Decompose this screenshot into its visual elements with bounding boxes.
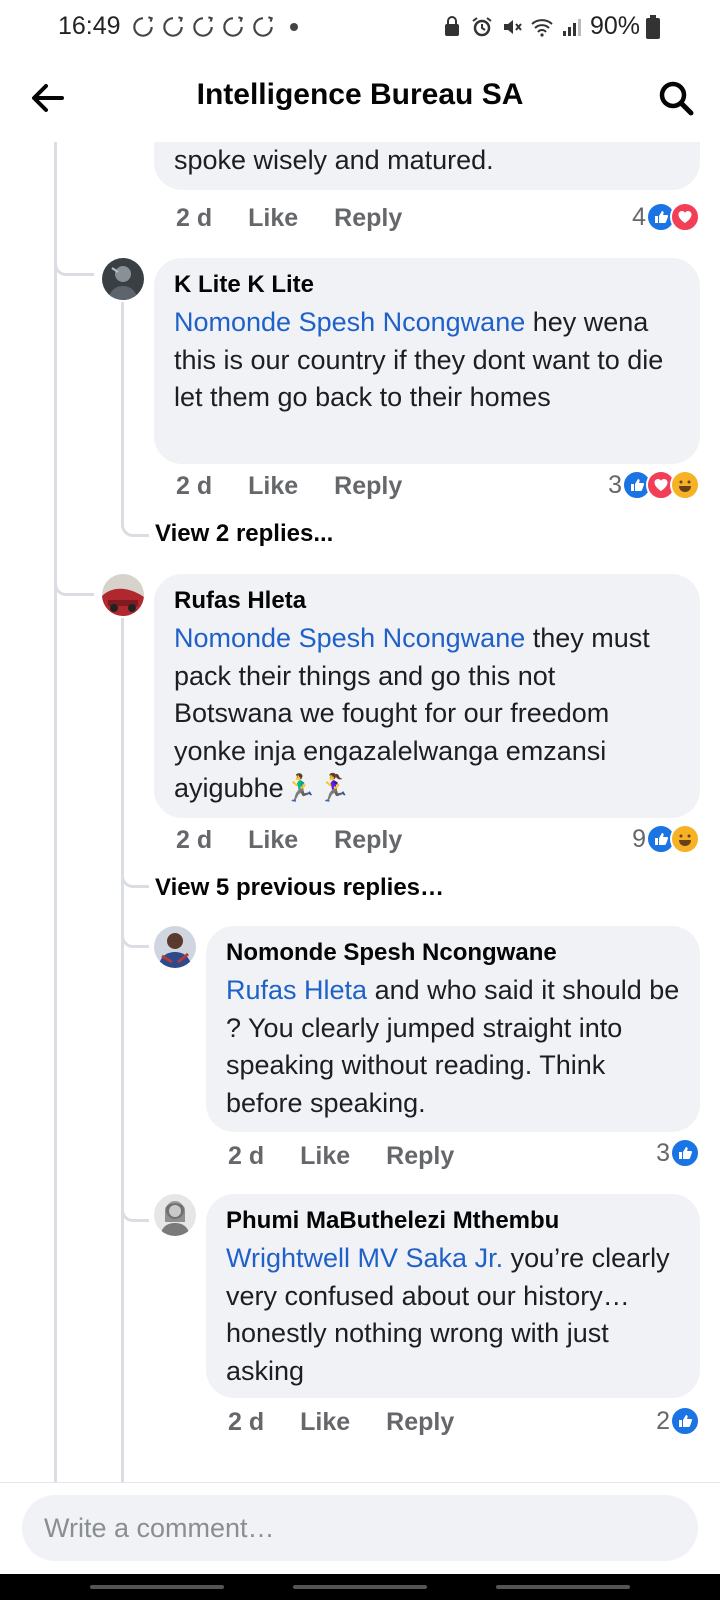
comment-actions: 2 d Like Reply <box>176 204 402 233</box>
comment-text: Wrightwell MV Saka Jr. you’re clearly ve… <box>226 1240 680 1390</box>
haha-reaction-icon <box>670 824 700 854</box>
thread-connector <box>121 858 149 888</box>
reply-button[interactable]: Reply <box>334 204 402 233</box>
reaction-summary[interactable]: 9 <box>632 824 700 854</box>
mention-link[interactable]: Nomonde Spesh Ncongwane <box>174 307 525 337</box>
mute-icon <box>503 19 522 34</box>
search-icon <box>659 81 694 116</box>
reaction-count: 2 <box>656 1406 670 1435</box>
comment-actions: 2 d Like Reply <box>176 826 402 855</box>
nav-back-button[interactable] <box>496 1585 630 1589</box>
sync-icon <box>253 16 274 37</box>
avatar[interactable] <box>154 1194 196 1236</box>
comment-time: 2 d <box>176 472 213 500</box>
comment-time: 2 d <box>176 204 213 232</box>
comment-bubble[interactable]: spoke wisely and matured. <box>154 142 700 190</box>
status-right: 90% <box>440 12 660 41</box>
comment-actions: 2 d Like Reply <box>176 472 402 501</box>
sync-icon <box>223 16 244 37</box>
alarm-icon <box>472 16 492 36</box>
signal-icon <box>562 18 581 36</box>
reaction-count: 3 <box>608 470 622 499</box>
nav-home-button[interactable] <box>293 1585 427 1589</box>
nav-recent-button[interactable] <box>90 1585 224 1589</box>
comment-author[interactable]: Rufas Hleta <box>174 586 680 616</box>
reaction-summary[interactable]: 3 <box>608 470 700 500</box>
comment-author[interactable]: K Lite K Lite <box>174 270 680 300</box>
comment-time: 2 d <box>228 1142 265 1170</box>
thread-connector <box>54 562 94 596</box>
sync-icon <box>163 16 184 37</box>
thread-connector <box>121 912 149 948</box>
comment-bubble[interactable]: Rufas Hleta Nomonde Spesh Ncongwane they… <box>154 574 700 818</box>
reaction-count: 9 <box>632 824 646 853</box>
like-button[interactable]: Like <box>248 204 298 233</box>
comment-text: Rufas Hleta and who said it should be ? … <box>226 972 680 1122</box>
battery-percent: 90% <box>589 12 640 40</box>
search-button[interactable] <box>652 74 700 122</box>
reaction-summary[interactable]: 4 <box>632 202 700 232</box>
thread-connector <box>54 232 94 276</box>
reaction-summary[interactable]: 3 <box>656 1138 700 1168</box>
like-reaction-icon <box>670 1138 700 1168</box>
comment-thread[interactable]: spoke wisely and matured. 2 d Like Reply… <box>0 142 720 1482</box>
system-nav-bar <box>0 1574 720 1600</box>
comment-text: Nomonde Spesh Ncongwane hey wena this is… <box>174 304 680 417</box>
reply-button[interactable]: Reply <box>334 472 402 501</box>
avatar[interactable] <box>102 574 144 616</box>
thread-connector <box>121 1182 149 1222</box>
avatar[interactable] <box>102 258 144 300</box>
sync-icon <box>133 16 154 37</box>
comment-text: Nomonde Spesh Ncongwane they must pack t… <box>174 620 680 808</box>
wifi-icon <box>531 18 553 37</box>
reply-button[interactable]: Reply <box>334 826 402 855</box>
comment-composer <box>0 1482 720 1574</box>
comment-actions: 2 d Like Reply <box>228 1142 454 1171</box>
like-button[interactable]: Like <box>248 826 298 855</box>
reply-button[interactable]: Reply <box>386 1142 454 1171</box>
comment-time: 2 d <box>228 1408 265 1436</box>
thread-line <box>54 142 57 1482</box>
comment-actions: 2 d Like Reply <box>228 1408 454 1437</box>
view-replies-link[interactable]: View 2 replies... <box>155 520 333 548</box>
thread-connector <box>121 507 149 537</box>
comment-author[interactable]: Phumi MaButhelezi Mthembu <box>226 1206 680 1236</box>
like-button[interactable]: Like <box>248 472 298 501</box>
comment-text: spoke wisely and matured. <box>174 145 494 175</box>
reply-bubble[interactable]: Phumi MaButhelezi Mthembu Wrightwell MV … <box>206 1194 700 1398</box>
status-time: 16:49 <box>58 12 121 40</box>
view-previous-replies-link[interactable]: View 5 previous replies… <box>155 874 444 902</box>
battery-icon <box>646 14 660 39</box>
comment-time: 2 d <box>176 826 213 854</box>
mention-link[interactable]: Wrightwell MV Saka Jr. <box>226 1243 503 1273</box>
thread-line <box>121 302 124 522</box>
notification-icons <box>130 14 298 40</box>
mention-link[interactable]: Nomonde Spesh Ncongwane <box>174 623 525 653</box>
reaction-count: 3 <box>656 1138 670 1167</box>
comment-author[interactable]: Nomonde Spesh Ncongwane <box>226 938 680 968</box>
mention-link[interactable]: Rufas Hleta <box>226 975 367 1005</box>
love-reaction-icon <box>670 202 700 232</box>
lock-icon <box>444 15 459 36</box>
sync-icon <box>193 16 214 37</box>
avatar[interactable] <box>154 926 196 968</box>
like-reaction-icon <box>670 1406 700 1436</box>
reply-bubble[interactable]: Nomonde Spesh Ncongwane Rufas Hleta and … <box>206 926 700 1132</box>
app-header: Intelligence Bureau SA <box>0 56 720 142</box>
page-title: Intelligence Bureau SA <box>196 78 524 111</box>
comment-input[interactable] <box>22 1495 698 1561</box>
more-notifications-dot <box>290 23 298 31</box>
thread-line <box>121 618 124 1482</box>
like-button[interactable]: Like <box>300 1408 350 1437</box>
like-button[interactable]: Like <box>300 1142 350 1171</box>
reaction-summary[interactable]: 2 <box>656 1406 700 1436</box>
status-bar: 16:49 90% <box>0 0 720 56</box>
haha-reaction-icon <box>670 470 700 500</box>
comment-bubble[interactable]: K Lite K Lite Nomonde Spesh Ncongwane he… <box>154 258 700 464</box>
reply-button[interactable]: Reply <box>386 1408 454 1437</box>
reaction-count: 4 <box>632 202 646 231</box>
